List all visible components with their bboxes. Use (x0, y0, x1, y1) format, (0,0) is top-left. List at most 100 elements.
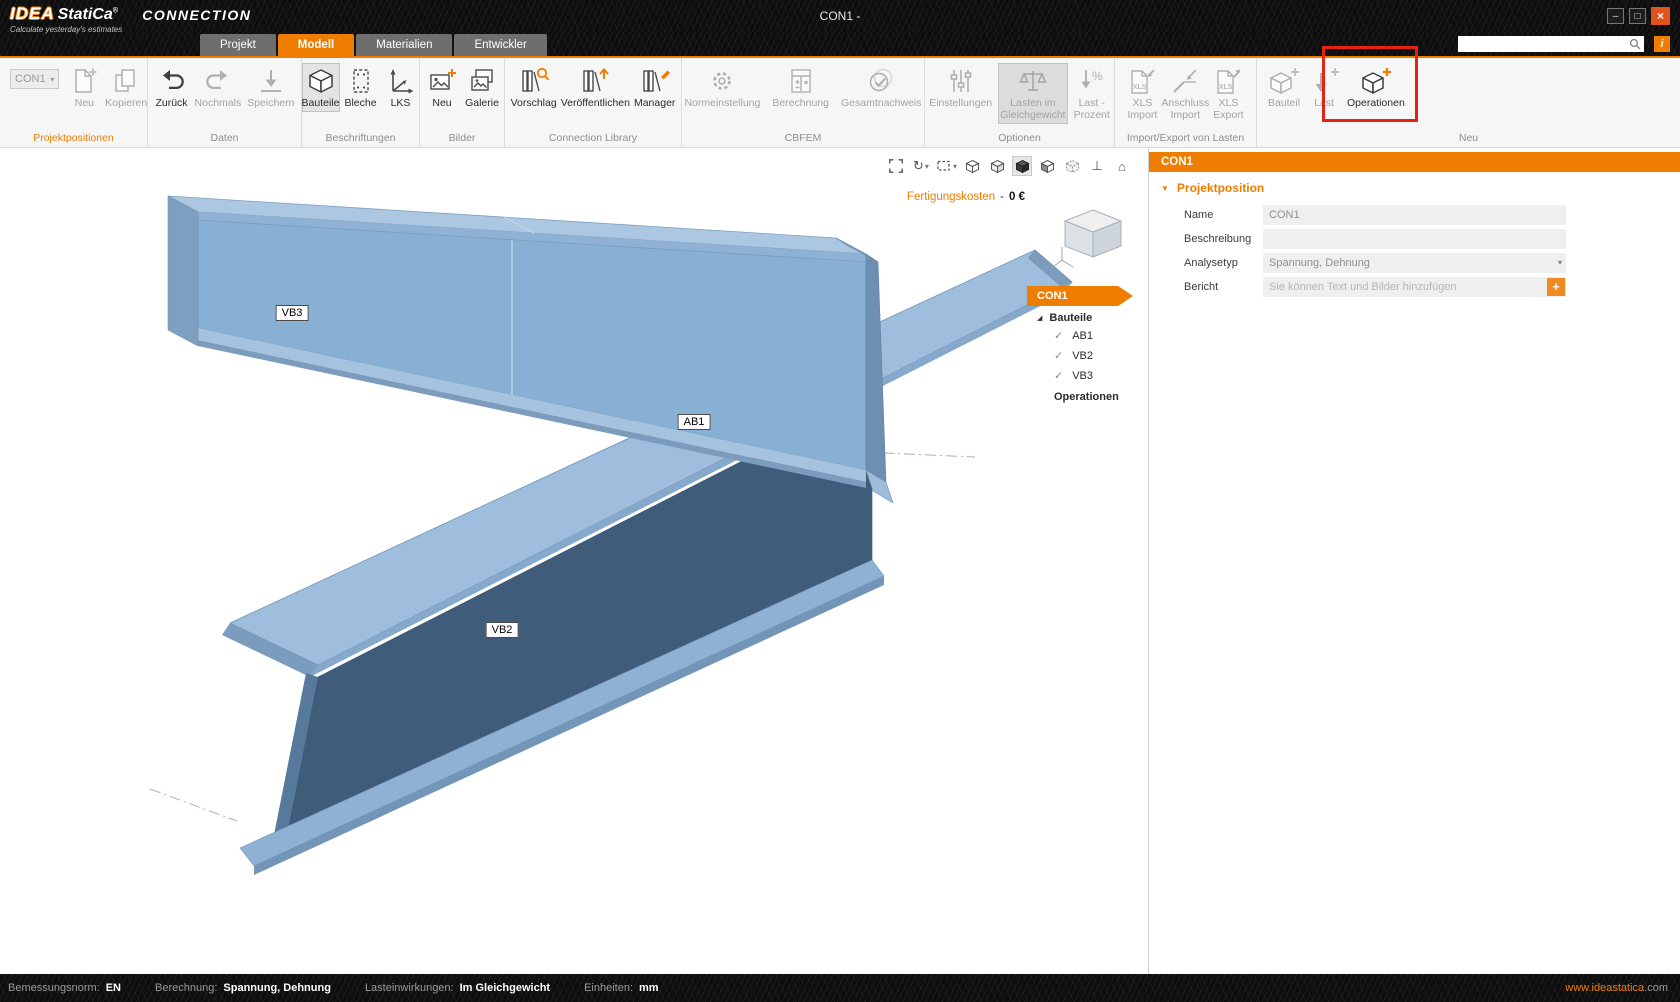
window-select-button[interactable]: ▾ (936, 156, 957, 176)
ribbon-group-bilder: Neu Galerie Bilder (420, 58, 505, 147)
load-plus-icon (1308, 66, 1340, 96)
ribbon-item-zurueck[interactable]: Zurück (153, 63, 191, 112)
ribbon-item-label: Neu (432, 97, 451, 109)
view-transparent-button[interactable] (1062, 156, 1082, 176)
chevron-down-icon: ▾ (50, 75, 54, 84)
3d-viewport[interactable]: VB3 AB1 VB2 ↻▾ ▾ ⊥ ⌂ Fertigungskosten - … (0, 148, 1148, 974)
ribbon-item-speichern[interactable]: Speichern (245, 63, 296, 112)
add-report-content-button[interactable]: + (1547, 278, 1565, 296)
bericht-label: Bericht (1184, 281, 1263, 293)
tree-root-con1[interactable]: CON1 (1027, 286, 1133, 306)
checkbox-checked-icon[interactable]: ✓ (1054, 328, 1063, 344)
view-front-face-button[interactable] (1037, 156, 1057, 176)
navigation-cube[interactable] (1048, 200, 1138, 280)
bericht-field[interactable]: Sie können Text und Bilder hinzufügen+ (1263, 277, 1566, 297)
ribbon-group-label: Optionen (925, 132, 1114, 144)
search-box[interactable] (1458, 36, 1644, 52)
ribbon-group-connection-library: Vorschlag Veröffentlichen Manager Connec… (505, 58, 682, 147)
ribbon-group-label: CBFEM (682, 132, 924, 144)
ribbon-item-lks[interactable]: LKS (382, 63, 420, 112)
orbit-button[interactable]: ↻▾ (911, 156, 931, 176)
fit-view-button[interactable] (886, 156, 906, 176)
ribbon-item-bauteil[interactable]: Bauteil (1265, 63, 1303, 112)
member-label-vb3[interactable]: VB3 (276, 305, 309, 321)
ribbon-item-kopieren[interactable]: Kopieren (105, 63, 147, 112)
ribbon-item-operationen[interactable]: Operationen (1345, 63, 1407, 112)
ribbon-item-label: Vorschlag (511, 97, 557, 109)
ribbon-item-label: Berechnung (772, 97, 829, 109)
analysetyp-dropdown[interactable]: Spannung, Dehnung▾ (1263, 253, 1566, 273)
model-canvas[interactable] (0, 148, 1148, 974)
ribbon-item-berechnung[interactable]: Berechnung (770, 63, 831, 112)
view-shaded-edges-button[interactable] (987, 156, 1007, 176)
status-bemessungsnorm: Bemessungsnorm:EN (8, 982, 121, 994)
ribbon-item-manager[interactable]: Manager (632, 63, 677, 112)
ribbon-item-bild-neu[interactable]: Neu (423, 63, 461, 112)
ribbon-item-vorschlag[interactable]: Vorschlag (509, 63, 559, 112)
info-button[interactable]: i (1654, 36, 1670, 52)
home-view-button[interactable]: ⌂ (1112, 156, 1132, 176)
ribbon-item-label: Neu (75, 97, 94, 109)
ribbon-item-bleche[interactable]: Bleche (342, 63, 380, 112)
ribbon-item-neu-position[interactable]: Neu (65, 63, 103, 112)
ribbon-item-last[interactable]: Last (1305, 63, 1343, 112)
search-icon (1629, 38, 1641, 50)
tree-item-vb3[interactable]: ✓ VB3 (1027, 366, 1133, 386)
ribbon-tabs: Projekt Modell Materialien Entwickler i (0, 32, 1680, 58)
check-stamp-icon (866, 66, 896, 96)
ribbon-item-lasten-im-gleichgewicht[interactable]: Lasten im Gleichgewicht (998, 63, 1067, 124)
member-label-ab1[interactable]: AB1 (678, 414, 711, 430)
beschreibung-field[interactable] (1263, 229, 1566, 249)
tab-materialien[interactable]: Materialien (356, 34, 452, 56)
app-window: IDEA StatiCa® Calculate yesterday's esti… (0, 0, 1680, 1002)
tab-projekt[interactable]: Projekt (200, 34, 276, 56)
view-wireframe-button[interactable] (962, 156, 982, 176)
gear-icon (707, 66, 737, 96)
search-input[interactable] (1461, 38, 1629, 50)
collapse-arrow-icon[interactable]: ▼ (1161, 184, 1169, 193)
ribbon-item-veroeffentlichen[interactable]: Veröffentlichen (559, 63, 632, 112)
member-label-vb2[interactable]: VB2 (486, 622, 519, 638)
ribbon-item-anschluss-import[interactable]: Anschluss Import (1159, 63, 1211, 124)
costs-value: 0 € (1009, 191, 1025, 203)
ribbon-item-label: Zurück (155, 97, 187, 109)
section-projektposition[interactable]: ▼ Projektposition (1149, 172, 1680, 202)
calculator-icon (786, 66, 816, 96)
tab-modell[interactable]: Modell (278, 34, 354, 56)
tab-entwickler[interactable]: Entwickler (454, 34, 546, 56)
tree-item-vb2[interactable]: ✓ VB2 (1027, 346, 1133, 366)
ribbon-item-label: XLS Export (1213, 97, 1243, 121)
tree-item-ab1[interactable]: ✓ AB1 (1027, 326, 1133, 346)
ribbon-item-xls-import[interactable]: XLS XLS Import (1125, 63, 1159, 124)
position-select[interactable]: CON1▾ (10, 69, 59, 89)
view-perpendicular-button[interactable]: ⊥ (1087, 156, 1107, 176)
document-title: CON1 - (0, 9, 1680, 23)
tree-branch-bauteile[interactable]: ◢ Bauteile (1027, 306, 1133, 326)
expand-icon[interactable]: ◢ (1037, 314, 1042, 322)
ribbon-item-gesamtnachweis[interactable]: Gesamtnachweis (839, 63, 924, 112)
ribbon-item-nochmals[interactable]: Nochmals (193, 63, 244, 112)
status-lasteinwirkungen: Lasteinwirkungen:Im Gleichgewicht (365, 982, 550, 994)
ribbon-item-normeinstellung[interactable]: Normeinstellung (682, 63, 762, 112)
ribbon-group-cbfem: Normeinstellung Berechnung Gesamtnachwei… (682, 58, 925, 147)
ribbon-item-galerie[interactable]: Galerie (463, 63, 501, 112)
field-row: Analysetyp Spannung, Dehnung▾ (1184, 252, 1680, 274)
ribbon-item-xls-export[interactable]: XLS XLS Export (1211, 63, 1245, 124)
tree-section-operationen[interactable]: Operationen (1027, 386, 1133, 403)
ribbon-item-label: Gesamtnachweis (841, 97, 922, 109)
nav-cube-icon (1048, 200, 1138, 280)
redo-icon (203, 66, 233, 96)
view-toolbar: ↻▾ ▾ ⊥ ⌂ (886, 156, 1132, 176)
image-plus-icon (427, 66, 457, 96)
name-field[interactable]: CON1 (1263, 205, 1566, 225)
view-solid-button[interactable] (1012, 156, 1032, 176)
checkbox-checked-icon[interactable]: ✓ (1054, 368, 1063, 384)
ribbon-group-optionen: Einstellungen Lasten im Gleichgewicht % … (925, 58, 1115, 147)
ribbon-group-label: Beschriftungen (302, 132, 419, 144)
ribbon-item-last-prozent[interactable]: % Last - Prozent (1072, 63, 1112, 124)
website-link[interactable]: www.ideastatica.com (1565, 982, 1668, 994)
checkbox-checked-icon[interactable]: ✓ (1054, 348, 1063, 364)
ribbon: CON1▾ Neu Kopieren Projektpositionen Zur… (0, 58, 1680, 148)
ribbon-item-einstellungen[interactable]: Einstellungen (927, 63, 994, 112)
ribbon-item-bauteile[interactable]: Bauteile (302, 63, 340, 112)
